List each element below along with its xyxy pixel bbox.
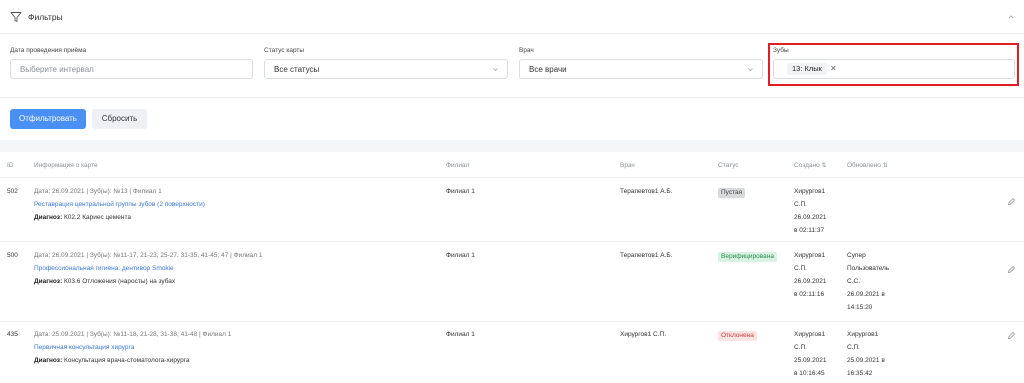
row-diagnosis-text: К03.6 Отложения (наросты) на зубах (63, 278, 176, 285)
filters-title: Фильтры (28, 12, 63, 22)
header-status[interactable]: Статус (718, 162, 739, 169)
row-created-line: Хирургов1 (794, 188, 826, 195)
cards-table: ID Информация о карте Филиал Врач Статус… (0, 152, 1024, 383)
row-created: Хирургов1 С.П. 25.09.2021 в 10:16:45 (794, 328, 854, 380)
row-info: Дата: 26.09.2021 | Зуб(ы): №13 | Филиал … (34, 185, 434, 224)
header-created-label: Создано (794, 162, 820, 169)
row-updated-line: Супер (847, 252, 866, 259)
edit-icon[interactable] (1007, 331, 1016, 340)
row-created: Хирургов1 С.П. 26.09.2021 в 02:11:37 (794, 185, 854, 237)
row-branch: Филиал 1 (446, 252, 475, 259)
row-created-line: в 10:16:45 (794, 370, 825, 377)
sort-off-icon: ⇅ (882, 163, 888, 169)
header-branch[interactable]: Филиал (446, 162, 469, 169)
row-created-line: в 02:11:16 (794, 291, 825, 298)
row-diagnosis: Диагноз: Консультация врача-стоматолога-… (34, 354, 434, 367)
status-select[interactable]: Все статусы (264, 59, 508, 79)
row-diagnosis: Диагноз: К03.6 Отложения (наросты) на зу… (34, 275, 434, 288)
row-meta: Дата: 25.09.2021 | Зуб(ы): №11-18, 21-28… (34, 331, 232, 338)
row-id: 502 (7, 188, 18, 195)
doctor-filter-label: Врач (519, 47, 534, 54)
header-updated-label: Обновлено (847, 162, 881, 169)
row-diagnosis: Диагноз: К02.2 Кариес цемента (34, 211, 434, 224)
doctor-select-value: Все врачи (529, 65, 567, 74)
row-branch: Филиал 1 (446, 188, 475, 195)
doctor-select[interactable]: Все врачи (519, 59, 763, 79)
row-service-link[interactable]: Первичная консультация хирурга (34, 341, 434, 354)
row-created-line: 25.09.2021 (794, 357, 827, 364)
row-doctor: Терапевтов1 А.Б. (620, 252, 673, 259)
edit-icon[interactable] (1007, 265, 1016, 274)
row-updated-line: Хирургов1 (847, 331, 879, 338)
row-info: Дата: 25.09.2021 | Зуб(ы): №11-18, 21-28… (34, 328, 434, 367)
row-updated-line: 16:35:42 (847, 370, 873, 377)
row-service-link[interactable]: Реставрация центральной группы зубов (2 … (34, 198, 434, 211)
row-updated-line: С.С. (847, 278, 860, 285)
status-badge: Пустая (718, 188, 746, 198)
chevron-down-icon (748, 68, 753, 72)
row-updated-line: Пользователь (847, 265, 890, 272)
status-badge: Верифицирована (718, 252, 777, 262)
row-created-line: Хирургов1 (794, 252, 826, 259)
row-service-link[interactable]: Профессиональная гигиена: дентивор Smoki… (34, 262, 434, 275)
header-id[interactable]: ID (7, 162, 14, 169)
row-created-line: С.П. (794, 201, 807, 208)
row-id: 500 (7, 252, 18, 259)
table-row[interactable]: 500 Дата: 26.09.2021 | Зуб(ы): №11-17, 2… (0, 241, 1024, 321)
row-created-line: 26.09.2021 (794, 214, 827, 221)
row-doctor: Хирургов1 С.П. (620, 331, 666, 338)
row-updated-line: 25.09.2021 в (847, 357, 885, 364)
row-created-line: Хирургов1 (794, 331, 826, 338)
panel-divider (0, 97, 1024, 98)
table-row[interactable]: 502 Дата: 26.09.2021 | Зуб(ы): №13 | Фил… (0, 177, 1024, 241)
row-created-line: в 02:11:37 (794, 227, 825, 234)
row-updated-line: 26.09.2021 в (847, 291, 885, 298)
row-updated: Хирургов1 С.П. 25.09.2021 в 16:35:42 (847, 328, 907, 380)
table-row[interactable]: 435 Дата: 25.09.2021 | Зуб(ы): №11-18, 2… (0, 321, 1024, 383)
status-filter-label: Статус карты (264, 47, 305, 54)
header-updated[interactable]: Обновлено ⇅ (847, 162, 888, 169)
edit-icon[interactable] (1007, 197, 1016, 206)
row-updated: Супер Пользователь С.С. 26.09.2021 в 14:… (847, 249, 907, 314)
chevron-down-icon (493, 68, 498, 72)
row-meta: Дата: 26.09.2021 | Зуб(ы): №13 | Филиал … (34, 188, 162, 195)
date-filter-label: Дата проведения приёма (10, 47, 87, 54)
row-diagnosis-text: Консультация врача-стоматолога-хирурга (63, 357, 190, 364)
date-interval-input[interactable]: Выберите интервал (10, 59, 253, 79)
row-diagnosis-text: К02.2 Кариес цемента (63, 214, 131, 221)
row-created-line: 26.09.2021 (794, 278, 827, 285)
header-doctor[interactable]: Врач (620, 162, 635, 169)
chevron-up-icon[interactable] (1006, 12, 1016, 22)
row-info: Дата: 26.09.2021 | Зуб(ы): №11-17, 21-23… (34, 249, 434, 288)
filters-panel: Фильтры Дата проведения приёма Выберите … (0, 0, 1024, 140)
header-created[interactable]: Создано ⇅ (794, 162, 827, 169)
row-updated-line: 14:15:20 (847, 304, 873, 311)
filter-icon (10, 12, 22, 22)
reset-button[interactable]: Сбросить (92, 109, 147, 129)
row-id: 435 (7, 331, 18, 338)
row-created-line: С.П. (794, 344, 807, 351)
row-branch: Филиал 1 (446, 331, 475, 338)
row-meta: Дата: 26.09.2021 | Зуб(ы): №11-17, 21-23… (34, 252, 263, 259)
date-interval-placeholder: Выберите интервал (20, 65, 94, 74)
highlight-box (768, 43, 1019, 86)
row-diagnosis-label: Диагноз: (34, 214, 63, 221)
row-created-line: С.П. (794, 265, 807, 272)
row-diagnosis-label: Диагноз: (34, 357, 63, 364)
row-created: Хирургов1 С.П. 26.09.2021 в 02:11:16 (794, 249, 854, 301)
status-select-value: Все статусы (274, 65, 320, 74)
row-updated-line: С.П. (847, 344, 860, 351)
status-badge: Отклонена (718, 331, 757, 341)
sort-icon: ⇅ (821, 163, 827, 169)
row-doctor: Терапевтов1 А.Б. (620, 188, 673, 195)
header-info[interactable]: Информация о карте (34, 162, 98, 169)
row-diagnosis-label: Диагноз: (34, 278, 63, 285)
filter-button[interactable]: Отфильтровать (10, 109, 86, 129)
filters-header[interactable]: Фильтры (0, 0, 1024, 34)
